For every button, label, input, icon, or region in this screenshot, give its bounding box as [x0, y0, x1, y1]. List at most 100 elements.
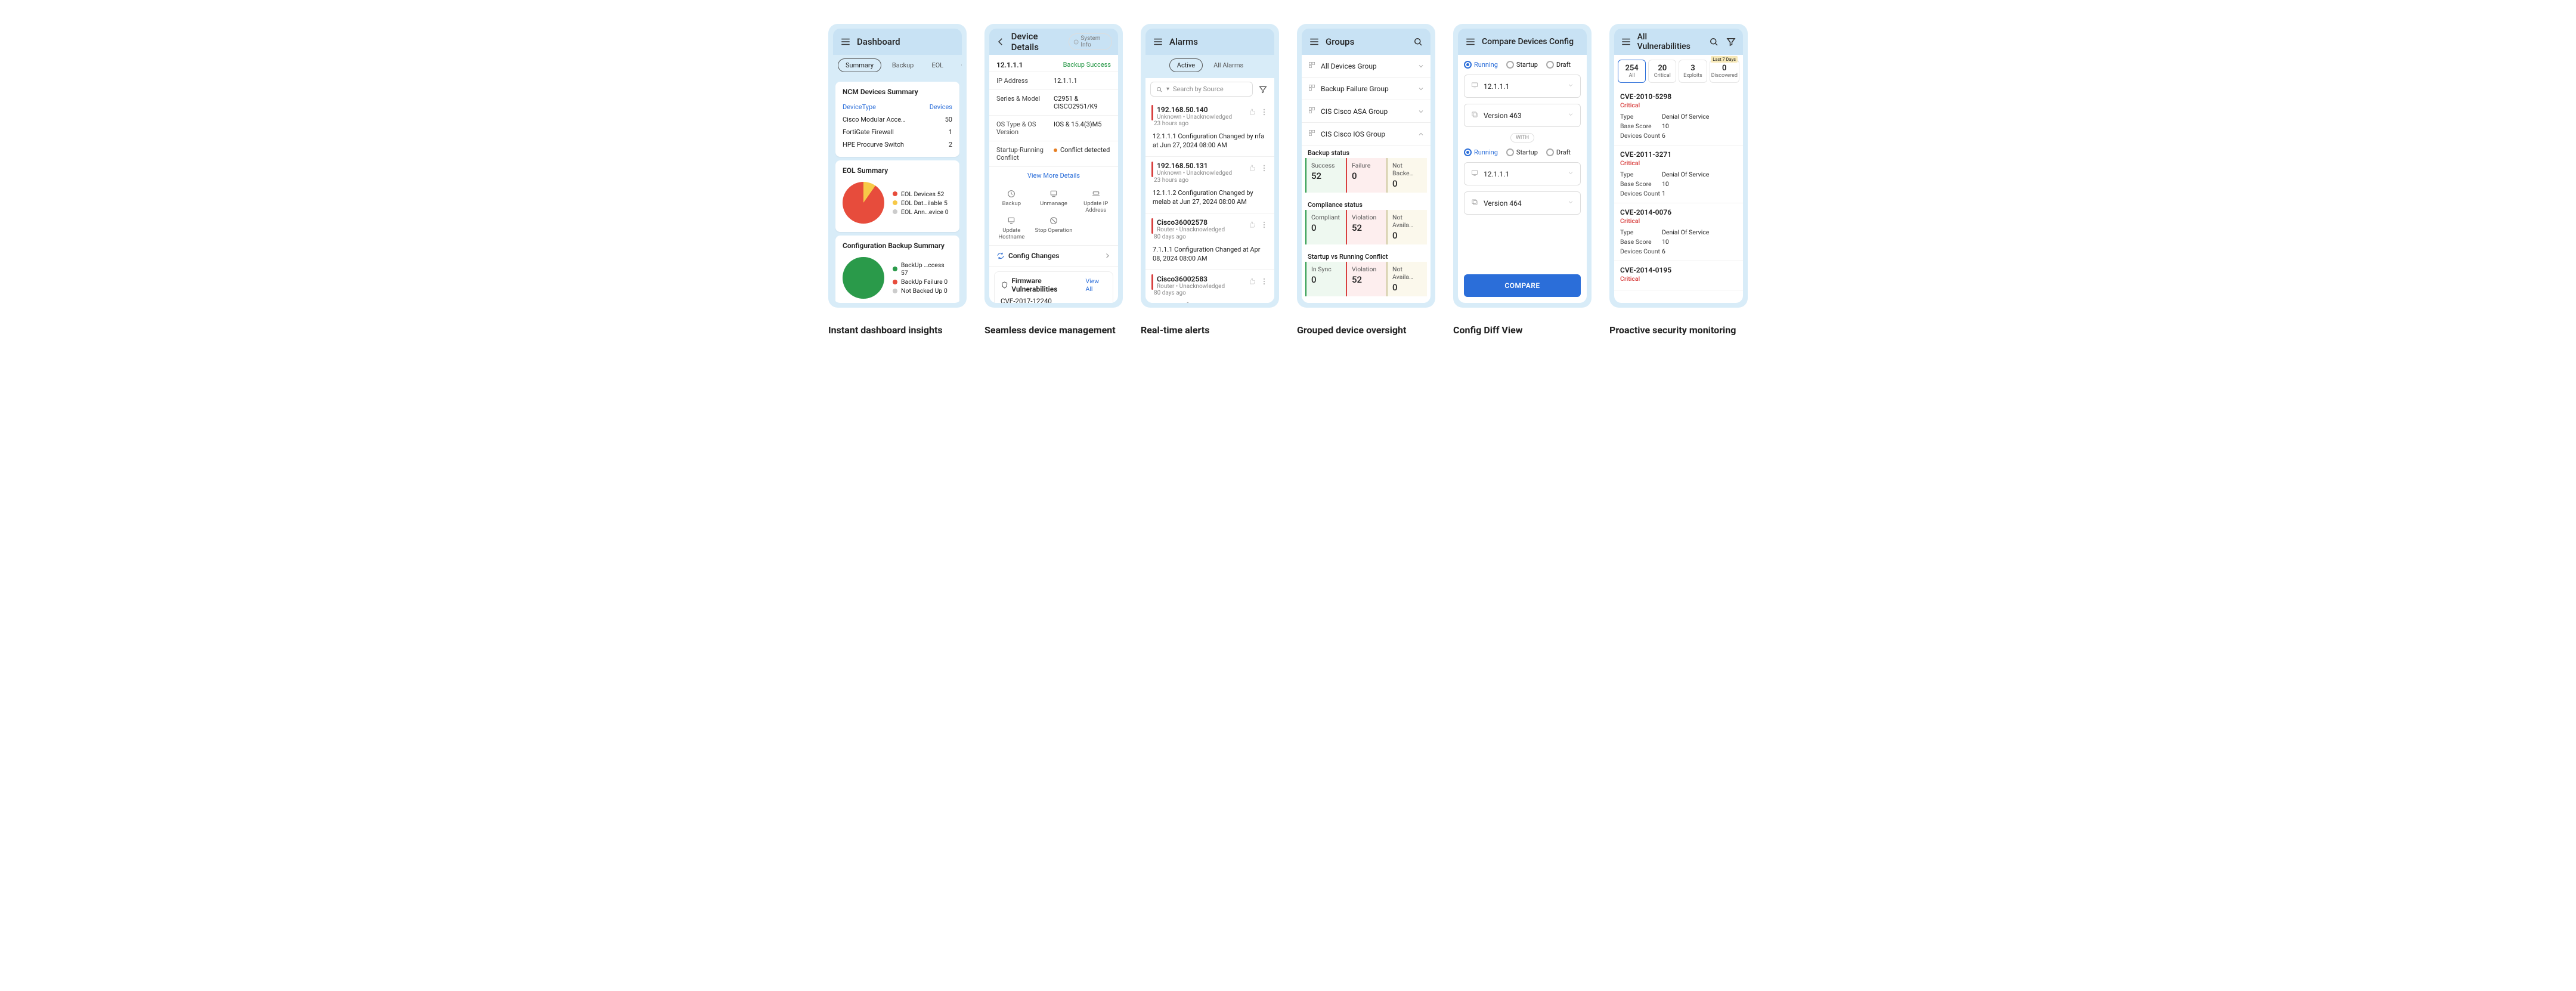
alarm-item[interactable]: Cisco36002583 Router • Unacknowledged 80… — [1145, 270, 1274, 303]
more-icon[interactable] — [1260, 220, 1268, 231]
filter-icon[interactable] — [1256, 83, 1270, 96]
search-icon[interactable] — [1411, 35, 1425, 48]
kv-key: Base Score — [1620, 238, 1662, 246]
menu-icon[interactable] — [1151, 35, 1165, 48]
status-cell[interactable]: Failure0 — [1346, 158, 1386, 193]
status-cell[interactable]: Violation52 — [1346, 210, 1386, 244]
view-all-link[interactable]: View All — [1085, 277, 1107, 293]
radio-running[interactable]: Running — [1464, 61, 1498, 69]
filter-icon[interactable] — [1724, 35, 1737, 48]
group-row[interactable]: Backup Failure Group — [1302, 78, 1431, 100]
kv-value: 1 — [1662, 190, 1665, 197]
menu-icon[interactable] — [1620, 35, 1633, 48]
stat-all[interactable]: 254All — [1618, 60, 1646, 83]
vuln-item[interactable]: CVE-2010-5298 Critical TypeDenial Of Ser… — [1614, 88, 1743, 145]
col-devices[interactable]: Devices — [930, 103, 952, 111]
status-cell[interactable]: Violation52 — [1346, 262, 1386, 296]
alarm-time: 80 days ago — [1154, 234, 1186, 240]
cve-id: CVE-2017-12240 — [1001, 297, 1107, 303]
search-icon[interactable] — [1708, 35, 1720, 48]
vuln-item[interactable]: CVE-2014-0195 Critical — [1614, 261, 1743, 290]
vuln-item[interactable]: CVE-2014-0076 Critical TypeDenial Of Ser… — [1614, 203, 1743, 261]
panel-device: Device Details System Info 12.1.1.1 Back… — [984, 24, 1123, 336]
pie-chart-eol — [843, 182, 884, 224]
legend-item: BackUp Failure 0 — [893, 278, 952, 286]
action-stop-operation[interactable]: Stop Operation — [1034, 216, 1074, 240]
section-title: Backup status — [1302, 145, 1431, 158]
radio-draft[interactable]: Draft — [1546, 148, 1571, 156]
tab-active[interactable]: Active — [1169, 58, 1203, 72]
status-cell[interactable]: In Sync0 — [1305, 262, 1346, 296]
version-select-1[interactable]: Version 463 — [1464, 104, 1581, 127]
thumbs-up-icon[interactable] — [1248, 220, 1256, 231]
more-icon[interactable] — [1260, 107, 1268, 119]
col-device-type[interactable]: DeviceType — [843, 103, 876, 111]
status-cell[interactable]: Not Backe…0 — [1386, 158, 1427, 193]
device-type-count: 1 — [949, 128, 952, 136]
system-info-button[interactable]: System Info — [1069, 33, 1112, 50]
tab-summary[interactable]: Summary — [838, 58, 881, 72]
kv-key: Type — [1620, 171, 1662, 178]
panel-dashboard: Dashboard Summary Backup EOL Config Co N… — [828, 24, 967, 336]
stat-count: 254 — [1620, 64, 1644, 73]
tab-eol[interactable]: EOL — [924, 59, 950, 72]
radio-startup[interactable]: Startup — [1506, 61, 1538, 69]
tab-config[interactable]: Config Co — [954, 59, 962, 72]
more-icon[interactable] — [1260, 163, 1268, 175]
alarm-item[interactable]: Cisco36002578 Router • Unacknowledged 80… — [1145, 213, 1274, 270]
menu-icon[interactable] — [839, 35, 852, 48]
action-unmanage[interactable]: Unmanage — [1034, 189, 1074, 213]
group-row[interactable]: All Devices Group — [1302, 55, 1431, 78]
action-label: Update Hostname — [992, 227, 1032, 240]
radio-startup[interactable]: Startup — [1506, 148, 1538, 156]
group-row[interactable]: CIS Cisco ASA Group — [1302, 100, 1431, 123]
status-cell[interactable]: Success52 — [1305, 158, 1346, 193]
status-label: Violation — [1352, 265, 1382, 273]
group-row-expanded[interactable]: CIS Cisco IOS Group — [1302, 123, 1431, 145]
tab-backup[interactable]: Backup — [885, 59, 921, 72]
alarm-item[interactable]: 192.168.50.131 Unknown • Unacknowledged … — [1145, 157, 1274, 213]
tab-all-alarms[interactable]: All Alarms — [1206, 59, 1250, 72]
radio-draft[interactable]: Draft — [1546, 61, 1571, 69]
action-update-hostname[interactable]: Update Hostname — [992, 216, 1032, 240]
pie-chart-backup — [843, 257, 884, 299]
device-select-1[interactable]: 12.1.1.1 — [1464, 75, 1581, 98]
action-update-ip[interactable]: Update IP Address — [1076, 189, 1116, 213]
stat-exploits[interactable]: 3Exploits — [1679, 60, 1707, 83]
status-label: Violation — [1352, 213, 1382, 221]
config-changes-tile[interactable]: Config Changes — [989, 245, 1118, 267]
page-title: Device Details — [1011, 31, 1059, 52]
alarm-item[interactable]: 192.168.50.140 Unknown • Unacknowledged … — [1145, 100, 1274, 157]
thumbs-up-icon[interactable] — [1248, 277, 1256, 288]
backup-status: Backup Success — [1063, 61, 1111, 69]
panel-caption: Seamless device management — [984, 324, 1123, 336]
radio-running[interactable]: Running — [1464, 148, 1498, 156]
action-grid: Backup Unmanage Update IP Address Update… — [989, 184, 1118, 245]
group-icon — [1308, 106, 1316, 116]
vuln-item[interactable]: CVE-2011-3271 Critical TypeDenial Of Ser… — [1614, 145, 1743, 203]
status-cell[interactable]: Not Availa…0 — [1386, 262, 1427, 296]
stat-discovered[interactable]: Last 7 Days0Discovered — [1710, 60, 1739, 83]
view-more-link[interactable]: View More Details — [1027, 172, 1080, 179]
menu-icon[interactable] — [1308, 35, 1321, 48]
panel-caption: Config Diff View — [1453, 324, 1592, 336]
vuln-stat-row: 254All 20Critical 3Exploits Last 7 Days0… — [1614, 55, 1743, 88]
device-select-2[interactable]: 12.1.1.1 — [1464, 162, 1581, 185]
config-source-radios-1: Running Startup Draft — [1464, 61, 1581, 69]
back-icon[interactable] — [995, 35, 1007, 48]
compare-button[interactable]: COMPARE — [1464, 274, 1581, 297]
status-cell[interactable]: Not Availa…0 — [1386, 210, 1427, 244]
action-backup[interactable]: Backup — [992, 189, 1032, 213]
stat-critical[interactable]: 20Critical — [1648, 60, 1676, 83]
chevron-down-icon — [1567, 111, 1574, 120]
search-input[interactable]: ▾ Search by Source — [1150, 82, 1253, 97]
thumbs-up-icon[interactable] — [1248, 163, 1256, 175]
version-select-2[interactable]: Version 464 — [1464, 191, 1581, 215]
status-cell[interactable]: Compliant0 — [1305, 210, 1346, 244]
menu-icon[interactable] — [1464, 35, 1477, 48]
cve-id: CVE-2010-5298 — [1620, 92, 1737, 101]
severity-badge: Critical — [1620, 159, 1737, 167]
thumbs-up-icon[interactable] — [1248, 107, 1256, 119]
more-icon[interactable] — [1260, 277, 1268, 288]
group-label: All Devices Group — [1321, 62, 1413, 70]
